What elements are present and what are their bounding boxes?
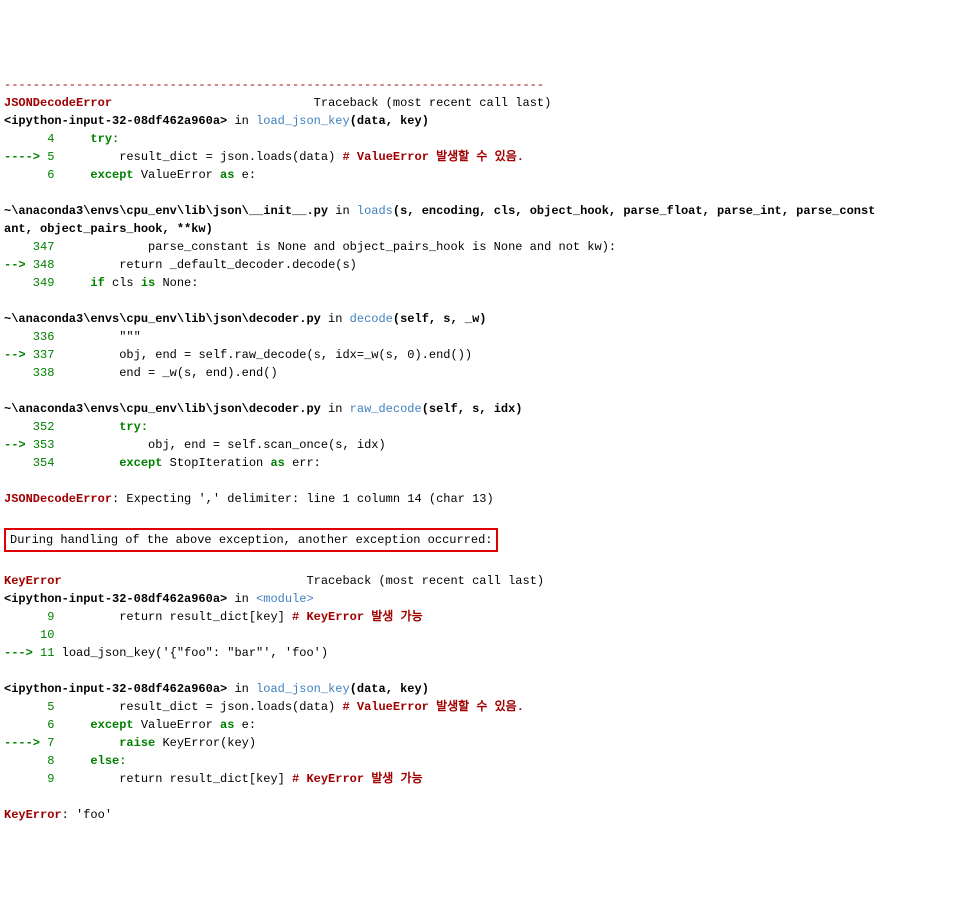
module-name: <module> xyxy=(256,592,314,606)
line-number: 348 xyxy=(33,258,62,272)
in-word: in xyxy=(227,114,256,128)
error-name: KeyError xyxy=(4,574,62,588)
code-comment: # KeyError 발생 가능 xyxy=(292,610,423,624)
line-number: 352 xyxy=(4,420,62,434)
code-keyword: except xyxy=(62,168,141,182)
code-line: obj, end = self.scan_once(s, idx) xyxy=(62,438,386,452)
arrow-marker: ----> xyxy=(4,736,47,750)
line-number: 6 xyxy=(4,718,62,732)
source-file: ~\anaconda3\envs\cpu_env\lib\json\decode… xyxy=(4,402,321,416)
arrow-marker: ----> xyxy=(4,150,47,164)
code-line: ValueError xyxy=(141,168,220,182)
code-line: ValueError xyxy=(141,718,220,732)
code-line: e: xyxy=(242,168,256,182)
code-keyword: as xyxy=(220,168,242,182)
line-number: 7 xyxy=(47,736,61,750)
code-line: load_json_key('{"foo": "bar"', 'foo') xyxy=(62,646,328,660)
source-file: ~\anaconda3\envs\cpu_env\lib\json\__init… xyxy=(4,204,328,218)
code-keyword: if xyxy=(62,276,112,290)
code-keyword: as xyxy=(220,718,242,732)
code-line: return result_dict[key] xyxy=(62,610,292,624)
code-line: None: xyxy=(162,276,198,290)
in-word: in xyxy=(321,312,350,326)
line-number: 4 xyxy=(4,132,62,146)
code-line: KeyError(key) xyxy=(162,736,256,750)
error-name: JSONDecodeError xyxy=(4,492,112,506)
in-word: in xyxy=(321,402,350,416)
source-file: <ipython-input-32-08df462a960a> xyxy=(4,682,227,696)
function-args: ant, object_pairs_hook, **kw) xyxy=(4,222,213,236)
line-number: 347 xyxy=(4,240,62,254)
arrow-marker: ---> xyxy=(4,646,40,660)
function-name: raw_decode xyxy=(350,402,422,416)
code-line: parse_constant is None and object_pairs_… xyxy=(62,240,617,254)
in-word: in xyxy=(227,682,256,696)
error-name: KeyError xyxy=(4,808,62,822)
code-keyword: is xyxy=(141,276,163,290)
line-number: 353 xyxy=(33,438,62,452)
traceback-label xyxy=(62,574,307,588)
traceback-output: ----------------------------------------… xyxy=(4,76,963,824)
line-number: 9 xyxy=(4,772,62,786)
function-name: load_json_key xyxy=(256,682,350,696)
function-args: (self, s, _w) xyxy=(393,312,487,326)
error-message: : Expecting ',' delimiter: line 1 column… xyxy=(112,492,494,506)
in-word: in xyxy=(227,592,256,606)
line-number: 6 xyxy=(4,168,62,182)
code-line: cls xyxy=(112,276,141,290)
code-line: obj, end = self.raw_decode(s, idx=_w(s, … xyxy=(62,348,472,362)
line-number: 336 xyxy=(4,330,62,344)
line-number: 354 xyxy=(4,456,62,470)
code-line: result_dict = json.loads(data) xyxy=(62,150,343,164)
code-keyword: try: xyxy=(62,420,148,434)
function-name: loads xyxy=(357,204,393,218)
line-number: 337 xyxy=(33,348,62,362)
line-number: 9 xyxy=(4,610,62,624)
line-number: 349 xyxy=(4,276,62,290)
code-line: StopIteration xyxy=(170,456,271,470)
code-line: result_dict = json.loads(data) xyxy=(62,700,343,714)
code-line: err: xyxy=(292,456,321,470)
arrow-marker: --> xyxy=(4,348,33,362)
line-number: 338 xyxy=(4,366,62,380)
in-word: in xyxy=(328,204,357,218)
code-line: e: xyxy=(242,718,256,732)
line-number: 11 xyxy=(40,646,62,660)
line-number: 8 xyxy=(4,754,62,768)
function-name: load_json_key xyxy=(256,114,350,128)
code-line: return _default_decoder.decode(s) xyxy=(62,258,357,272)
function-args: (self, s, idx) xyxy=(422,402,523,416)
code-line: return result_dict[key] xyxy=(62,772,292,786)
code-keyword: else: xyxy=(62,754,127,768)
code-keyword: raise xyxy=(62,736,163,750)
code-keyword: except xyxy=(62,718,141,732)
traceback-label: Traceback (most recent call last) xyxy=(306,574,544,588)
arrow-marker: --> xyxy=(4,258,33,272)
function-args: (s, encoding, cls, object_hook, parse_fl… xyxy=(393,204,875,218)
error-message: : 'foo' xyxy=(62,808,112,822)
code-line: """ xyxy=(62,330,141,344)
function-args: (data, key) xyxy=(350,682,429,696)
separator: ----------------------------------------… xyxy=(4,78,544,92)
source-file: <ipython-input-32-08df462a960a> xyxy=(4,114,227,128)
line-number: 5 xyxy=(4,700,62,714)
during-handling-box: During handling of the above exception, … xyxy=(4,528,498,552)
code-comment: # ValueError 발생할 수 있음. xyxy=(342,150,523,164)
code-keyword: as xyxy=(270,456,292,470)
code-keyword: try: xyxy=(62,132,120,146)
line-number: 5 xyxy=(47,150,61,164)
arrow-marker: --> xyxy=(4,438,33,452)
code-comment: # KeyError 발생 가능 xyxy=(292,772,423,786)
function-name: decode xyxy=(350,312,393,326)
source-file: <ipython-input-32-08df462a960a> xyxy=(4,592,227,606)
line-number: 10 xyxy=(4,628,62,642)
traceback-label xyxy=(112,96,314,110)
code-comment: # ValueError 발생할 수 있음. xyxy=(342,700,523,714)
function-args: (data, key) xyxy=(350,114,429,128)
code-keyword: except xyxy=(62,456,170,470)
source-file: ~\anaconda3\envs\cpu_env\lib\json\decode… xyxy=(4,312,321,326)
code-line: end = _w(s, end).end() xyxy=(62,366,278,380)
error-name: JSONDecodeError xyxy=(4,96,112,110)
traceback-label: Traceback (most recent call last) xyxy=(314,96,552,110)
